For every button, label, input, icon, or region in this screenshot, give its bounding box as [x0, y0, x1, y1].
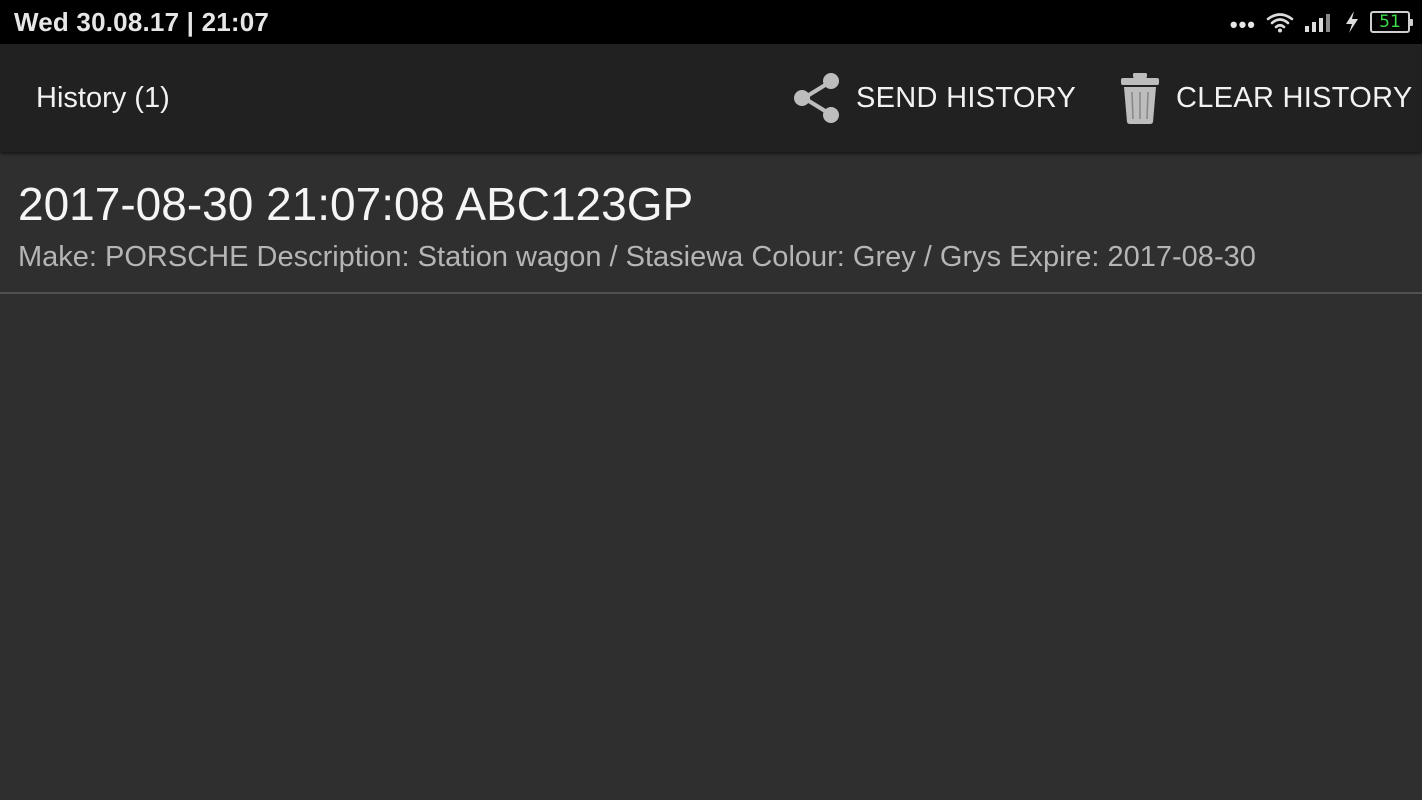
- page-title: History (1): [36, 82, 170, 114]
- history-list: 2017-08-30 21:07:08 ABC123GP Make: PORSC…: [0, 152, 1422, 294]
- status-icons: ••• 51: [1229, 9, 1413, 37]
- history-item-details: Make: PORSCHE Description: Station wagon…: [18, 241, 1256, 273]
- send-history-button[interactable]: SEND HISTORY: [790, 70, 1076, 126]
- list-item[interactable]: 2017-08-30 21:07:08 ABC123GP Make: PORSC…: [0, 152, 1422, 294]
- charging-bolt-icon: [1346, 11, 1358, 33]
- signal-icon: [1305, 14, 1330, 32]
- share-icon: [794, 73, 839, 123]
- trash-icon: [1121, 73, 1159, 124]
- status-datetime: Wed 30.08.17 | 21:07: [14, 6, 270, 37]
- battery-indicator: 51: [1370, 11, 1413, 33]
- more-notifications-icon: •••: [1229, 12, 1256, 37]
- battery-level: 51: [1379, 11, 1401, 32]
- app-screen: Wed 30.08.17 | 21:07 ••• 51 History (1) …: [0, 0, 1422, 800]
- send-history-label: SEND HISTORY: [856, 81, 1077, 114]
- clear-history-label: CLEAR HISTORY: [1176, 81, 1413, 114]
- status-bar: Wed 30.08.17 | 21:07 ••• 51: [0, 0, 1422, 44]
- history-item-title: 2017-08-30 21:07:08 ABC123GP: [18, 178, 694, 230]
- wifi-icon: [1266, 13, 1294, 33]
- clear-history-button[interactable]: CLEAR HISTORY: [1118, 70, 1413, 126]
- action-bar: History (1) SEND HISTORY CLEAR HISTORY: [0, 44, 1422, 152]
